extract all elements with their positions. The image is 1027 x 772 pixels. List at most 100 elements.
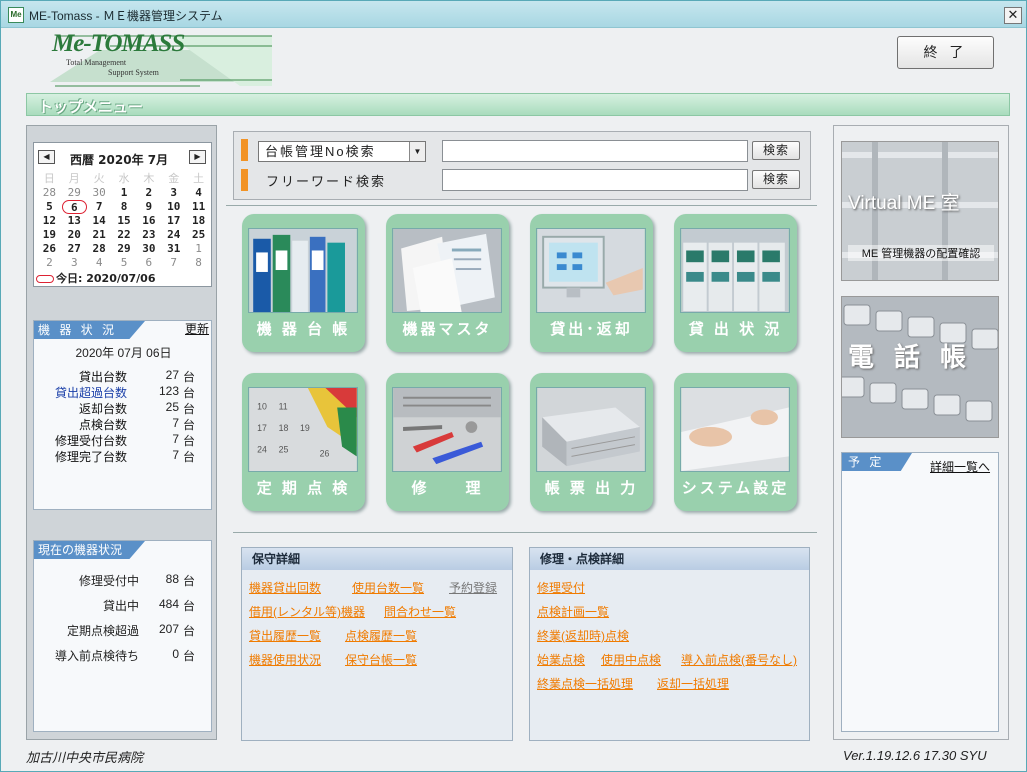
link-inquiry-list[interactable]: 問合わせ一覧: [384, 603, 456, 620]
status-row-unit: 台: [183, 434, 196, 448]
tile-device-master[interactable]: 機器マスタ: [386, 214, 509, 352]
link-device-lend-count[interactable]: 機器貸出回数: [249, 579, 321, 596]
chevron-down-icon: ▼: [409, 142, 425, 161]
calendar-day[interactable]: 2: [136, 186, 161, 200]
calendar-day[interactable]: 1: [112, 186, 137, 200]
calendar-day[interactable]: 2: [37, 256, 62, 270]
tools-image-icon: [392, 387, 502, 472]
calendar-day[interactable]: 22: [112, 228, 137, 242]
status-row-value: 25: [165, 400, 179, 414]
calendar-day[interactable]: 5: [37, 200, 62, 214]
calendar-day[interactable]: 6: [61, 200, 87, 214]
calendar-day[interactable]: 11: [186, 200, 211, 214]
exit-button[interactable]: 終 了: [897, 36, 994, 69]
close-window-button[interactable]: ✕: [1004, 7, 1022, 24]
calendar-day[interactable]: 14: [87, 214, 112, 228]
current-status-row: 導入前点検待ち 0 台: [34, 647, 213, 665]
calendar-day[interactable]: 19: [37, 228, 62, 242]
current-status-panel: 現在の機器状況 修理受付中 88 台貸出中 484 台定期点検超過 207 台導入前点検待ち…: [33, 540, 212, 732]
link-usage-list[interactable]: 使用台数一覧: [352, 579, 424, 596]
calendar-day[interactable]: 28: [37, 186, 62, 200]
calendar-day[interactable]: 29: [112, 242, 137, 256]
calendar-day[interactable]: 30: [87, 186, 112, 200]
ledger-no-input[interactable]: [442, 140, 748, 162]
link-repair-reception[interactable]: 修理受付: [537, 579, 585, 596]
link-rental-devices[interactable]: 借用(レンタル等)機器: [249, 603, 365, 620]
calendar-day[interactable]: 24: [161, 228, 186, 242]
tile-report-output[interactable]: 帳 票 出 力: [530, 373, 653, 511]
refresh-link[interactable]: 更新: [185, 320, 209, 337]
calendar-weekday: 金: [168, 172, 180, 185]
calendar-day[interactable]: 23: [136, 228, 161, 242]
calendar-day[interactable]: 4: [87, 256, 112, 270]
calendar-day[interactable]: 9: [136, 200, 161, 214]
calendar-weekday: 火: [93, 172, 105, 185]
calendar-title: 西暦 2020年 7月: [70, 153, 169, 167]
calendar-day[interactable]: 4: [186, 186, 211, 200]
calendar-day[interactable]: 17: [161, 214, 186, 228]
calendar-day[interactable]: 26: [37, 242, 62, 256]
phonebook-button[interactable]: 電話帳: [841, 296, 999, 438]
link-device-usage[interactable]: 機器使用状況: [249, 651, 321, 668]
link-inspection-plan[interactable]: 点検計画一覧: [537, 603, 609, 620]
calendar-day[interactable]: 29: [62, 186, 87, 200]
virtual-me-room-button[interactable]: Virtual ME 室 ME 管理機器の配置確認: [841, 141, 999, 281]
link-maintenance-ledger[interactable]: 保守台帳一覧: [345, 651, 417, 668]
calendar-day[interactable]: 21: [87, 228, 112, 242]
status-row: 点検台数 7 台: [34, 416, 213, 432]
schedule-detail-link[interactable]: 詳細一覧へ: [930, 458, 990, 475]
calendar-day[interactable]: 8: [186, 256, 211, 270]
calendar-prev-button[interactable]: ◀: [38, 150, 55, 164]
link-batch-return[interactable]: 返却一括処理: [657, 675, 729, 692]
tile-periodic-inspection[interactable]: 10 11 17 18 19 24 25 26 定 期 点 検: [242, 373, 365, 511]
devices-rack-image-icon: [680, 228, 790, 313]
freeword-input[interactable]: [442, 169, 748, 191]
current-status-value: 207: [158, 622, 179, 636]
tile-lend-return[interactable]: 貸出･返却: [530, 214, 653, 352]
search-button-2[interactable]: 検索: [752, 170, 800, 189]
calendar-day[interactable]: 7: [87, 200, 112, 214]
calendar-day[interactable]: 8: [112, 200, 137, 214]
calendar-today[interactable]: 今日: 2020/07/06: [36, 270, 156, 286]
calendar-day[interactable]: 31: [161, 242, 186, 256]
link-inspection-history[interactable]: 点検履歴一覧: [345, 627, 417, 644]
link-batch-end-inspection[interactable]: 終業点検一括処理: [537, 675, 633, 692]
calendar-weekday: 土: [193, 172, 205, 185]
calendar-day[interactable]: 16: [136, 214, 161, 228]
current-status-label: 導入前点検待ち: [54, 649, 139, 663]
link-start-inspection[interactable]: 始業点検: [537, 651, 585, 668]
calendar-day[interactable]: 1: [186, 242, 211, 256]
calendar-day[interactable]: 20: [62, 228, 87, 242]
tile-device-ledger[interactable]: 機 器 台 帳: [242, 214, 365, 352]
calendar-day[interactable]: 27: [62, 242, 87, 256]
calendar-day[interactable]: 12: [37, 214, 62, 228]
calendar-day[interactable]: 3: [62, 256, 87, 270]
calendar-day[interactable]: 30: [136, 242, 161, 256]
link-inuse-inspection[interactable]: 使用中点検: [601, 651, 661, 668]
repair-header: 修理・点検詳細: [530, 548, 809, 570]
calendar-day[interactable]: 7: [161, 256, 186, 270]
status-row-value: 7: [172, 432, 179, 446]
calendar-day[interactable]: 18: [186, 214, 211, 228]
calendar-day[interactable]: 25: [186, 228, 211, 242]
calendar-day[interactable]: 3: [161, 186, 186, 200]
topmenu-bar: [26, 93, 1010, 116]
link-end-inspection[interactable]: 終業(返却時)点検: [537, 627, 629, 644]
calendar-day[interactable]: 13: [62, 214, 87, 228]
calendar-day[interactable]: 28: [87, 242, 112, 256]
link-reservation[interactable]: 予約登録: [449, 579, 497, 596]
tile-repair[interactable]: 修 理: [386, 373, 509, 511]
calendar-day[interactable]: 10: [161, 200, 186, 214]
calendar-weekday: 水: [118, 172, 130, 185]
search-type-select[interactable]: 台帳管理No検索 ▼: [258, 141, 426, 162]
link-preintro-inspection[interactable]: 導入前点検(番号なし): [681, 651, 797, 668]
link-lend-history[interactable]: 貸出履歴一覧: [249, 627, 321, 644]
calendar-next-button[interactable]: ▶: [189, 150, 206, 164]
status-row: 修理受付台数 7 台: [34, 432, 213, 448]
calendar-day[interactable]: 6: [136, 256, 161, 270]
tile-system-settings[interactable]: システム設定: [674, 373, 797, 511]
calendar-day[interactable]: 5: [112, 256, 137, 270]
calendar-day[interactable]: 15: [112, 214, 137, 228]
tile-lending-status[interactable]: 貸 出 状 況: [674, 214, 797, 352]
search-button-1[interactable]: 検索: [752, 141, 800, 160]
